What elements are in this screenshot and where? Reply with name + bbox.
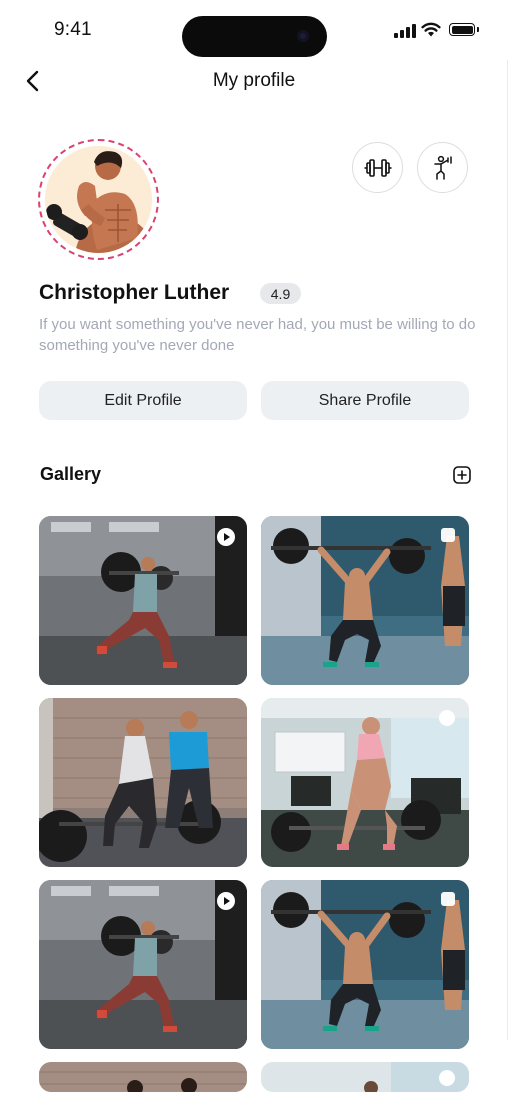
gallery-item[interactable] — [261, 516, 469, 685]
add-square-icon[interactable] — [453, 466, 471, 484]
gallery-item[interactable] — [261, 698, 469, 867]
signal-icon — [394, 24, 416, 38]
wifi-icon — [421, 22, 441, 37]
avatar[interactable] — [45, 146, 152, 253]
rating-badge: 4.9 — [260, 283, 301, 304]
workouts-button[interactable] — [352, 142, 403, 193]
page-title: My profile — [212, 70, 296, 91]
copy-icon — [441, 892, 455, 906]
dynamic-island — [182, 16, 327, 57]
gallery-item[interactable] — [39, 516, 247, 685]
trainer-button[interactable] — [417, 142, 468, 193]
gallery-item[interactable] — [261, 880, 469, 1049]
gallery-item[interactable] — [261, 1062, 469, 1092]
play-icon — [217, 528, 235, 546]
media-indicator-icon — [439, 710, 455, 726]
gallery-title: Gallery — [40, 464, 102, 484]
gallery-item[interactable] — [39, 698, 247, 867]
profile-name: Christopher Luther — [39, 281, 230, 304]
dumbbell-icon — [364, 158, 391, 177]
copy-icon — [441, 528, 455, 542]
battery-icon — [449, 23, 475, 36]
status-time: 9:41 — [54, 19, 92, 40]
edit-profile-button[interactable]: Edit Profile — [39, 381, 247, 420]
back-arrow-icon[interactable] — [24, 70, 42, 92]
share-profile-button[interactable]: Share Profile — [261, 381, 469, 420]
gallery-item[interactable] — [39, 1062, 247, 1092]
profile-bio: If you want something you've never had, … — [39, 316, 476, 354]
gallery-item[interactable] — [39, 880, 247, 1049]
exercise-person-icon — [433, 155, 452, 180]
media-indicator-icon — [439, 1070, 455, 1086]
play-icon — [217, 892, 235, 910]
